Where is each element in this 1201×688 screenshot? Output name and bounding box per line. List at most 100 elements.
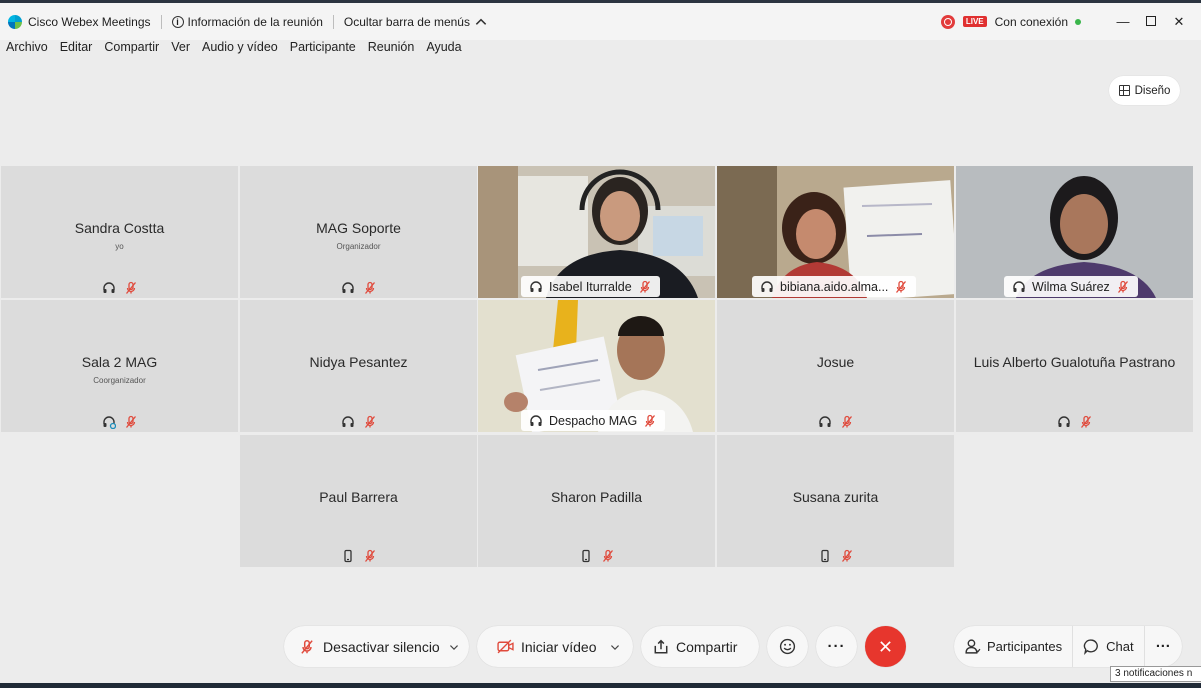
- emoji-icon: [779, 638, 796, 655]
- chevron-down-icon[interactable]: [610, 642, 620, 652]
- headphone-icon: [818, 416, 831, 427]
- participant-video-tile[interactable]: Isabel Iturralde: [478, 166, 715, 298]
- participant-tile[interactable]: Susana zurita: [717, 435, 954, 567]
- participant-tile[interactable]: Paul Barrera: [240, 435, 477, 567]
- connection-status[interactable]: Con conexión: [995, 15, 1068, 29]
- menu-ver[interactable]: Ver: [165, 40, 196, 60]
- participant-video-tile[interactable]: Despacho MAG: [478, 300, 715, 432]
- muted-mic-icon: [896, 280, 907, 293]
- more-options-button[interactable]: ···: [816, 626, 857, 667]
- participant-name: Sala 2 MAG: [81, 354, 158, 370]
- headphone-icon: [102, 282, 115, 293]
- layout-button[interactable]: Diseño: [1109, 76, 1180, 105]
- menu-archivo[interactable]: Archivo: [0, 40, 54, 60]
- chat-button[interactable]: Chat: [1073, 626, 1145, 667]
- muted-mic-icon: [841, 549, 852, 562]
- headphone-icon: [530, 414, 542, 426]
- participant-role: yo: [115, 242, 124, 251]
- webex-logo-icon: [8, 14, 22, 29]
- muted-mic-icon: [841, 415, 852, 428]
- muted-mic-icon: [602, 549, 613, 562]
- share-button[interactable]: Compartir: [641, 626, 759, 667]
- unmute-label: Desactivar silencio: [323, 638, 440, 655]
- share-label: Compartir: [676, 638, 738, 655]
- chevron-up-icon: [475, 18, 487, 25]
- headphone-sync-icon: [102, 416, 116, 429]
- participant-role: Organizador: [336, 242, 381, 251]
- participant-tile[interactable]: Nidya Pesantez: [240, 300, 477, 432]
- participant-name: Susana zurita: [792, 489, 879, 505]
- muted-mic-icon: [125, 415, 136, 428]
- menu-participante[interactable]: Participante: [284, 40, 362, 60]
- participant-name: bibiana.aido.alma...: [780, 279, 889, 294]
- participant-status: [240, 281, 477, 295]
- reactions-button[interactable]: [767, 626, 808, 667]
- minimize-button[interactable]: —: [1109, 14, 1137, 29]
- phone-icon: [820, 549, 829, 563]
- menu-audio-video[interactable]: Audio y vídeo: [196, 40, 284, 60]
- participant-tile[interactable]: Sala 2 MAG Coorganizador: [1, 300, 238, 432]
- participants-icon: [965, 639, 981, 654]
- participants-button[interactable]: Participantes: [954, 626, 1074, 667]
- panel-more-button[interactable]: ···: [1145, 626, 1182, 667]
- participant-name: Josue: [816, 354, 855, 370]
- info-icon: i: [171, 15, 184, 28]
- muted-mic-icon: [1080, 415, 1091, 428]
- participants-label: Participantes: [987, 639, 1063, 654]
- muted-mic-icon: [364, 415, 375, 428]
- participant-tile[interactable]: MAG Soporte Organizador: [240, 166, 477, 298]
- end-meeting-button[interactable]: [865, 626, 906, 667]
- maximize-button[interactable]: [1137, 14, 1165, 29]
- participant-name: Nidya Pesantez: [309, 354, 408, 370]
- hide-menu-bar-button[interactable]: Ocultar barra de menús: [344, 15, 488, 29]
- participant-name: Luis Alberto Gualotuña Pastrano: [973, 354, 1176, 370]
- muted-mic-icon: [125, 281, 136, 294]
- phone-icon: [343, 549, 352, 563]
- connection-dot-icon: [1075, 18, 1081, 25]
- live-badge: LIVE: [962, 16, 987, 27]
- notifications-tooltip: 3 notificaciones n: [1110, 666, 1201, 682]
- share-icon: [654, 639, 668, 653]
- participant-name: Wilma Suárez: [1032, 279, 1110, 294]
- participant-status: [717, 415, 954, 429]
- muted-mic-icon: [364, 549, 375, 562]
- menu-reunion[interactable]: Reunión: [362, 40, 421, 60]
- recording-icon[interactable]: [940, 14, 955, 29]
- headphone-icon: [530, 280, 542, 292]
- muted-mic-icon: [645, 414, 656, 427]
- menu-editar[interactable]: Editar: [54, 40, 99, 60]
- participant-tile[interactable]: Sharon Padilla: [478, 435, 715, 567]
- participant-video-tile[interactable]: Wilma Suárez: [956, 166, 1193, 298]
- muted-mic-icon: [639, 280, 650, 293]
- menu-compartir[interactable]: Compartir: [98, 40, 165, 60]
- chevron-down-icon[interactable]: [449, 642, 459, 652]
- more-options-label: ···: [827, 638, 846, 655]
- participant-tile[interactable]: Luis Alberto Gualotuña Pastrano: [956, 300, 1193, 432]
- unmute-button[interactable]: Desactivar silencio: [284, 626, 469, 667]
- divider: [332, 14, 334, 29]
- headphone-icon: [1013, 280, 1025, 292]
- video-off-icon: [497, 639, 514, 654]
- side-panel-controls: Participantes Chat ···: [954, 626, 1182, 667]
- headphone-icon: [341, 416, 354, 427]
- meeting-info-label: Información de la reunión: [187, 14, 323, 29]
- headphone-icon: [341, 282, 354, 293]
- menu-ayuda[interactable]: Ayuda: [420, 40, 467, 60]
- headphone-icon: [761, 280, 773, 292]
- muted-mic-icon: [1117, 280, 1128, 293]
- close-button[interactable]: ✕: [1165, 14, 1193, 30]
- title-bar: Cisco Webex Meetings i Información de la…: [0, 0, 1201, 40]
- participant-role: Coorganizador: [93, 376, 146, 385]
- start-video-button[interactable]: Iniciar vídeo: [477, 626, 633, 667]
- taskbar: [0, 683, 1201, 688]
- participant-tile[interactable]: Sandra Costta yo: [1, 166, 238, 298]
- participant-name-chip: bibiana.aido.alma...: [752, 276, 917, 297]
- maximize-icon: [1146, 16, 1156, 26]
- meeting-info-button[interactable]: i Información de la reunión: [171, 14, 323, 29]
- participant-tile[interactable]: Josue: [717, 300, 954, 432]
- app-title: Cisco Webex Meetings: [28, 14, 151, 29]
- hide-menu-label: Ocultar barra de menús: [343, 14, 470, 29]
- participant-video-tile[interactable]: bibiana.aido.alma...: [717, 166, 954, 298]
- participant-name-chip: Wilma Suárez: [1004, 276, 1138, 297]
- participant-status: [240, 549, 477, 563]
